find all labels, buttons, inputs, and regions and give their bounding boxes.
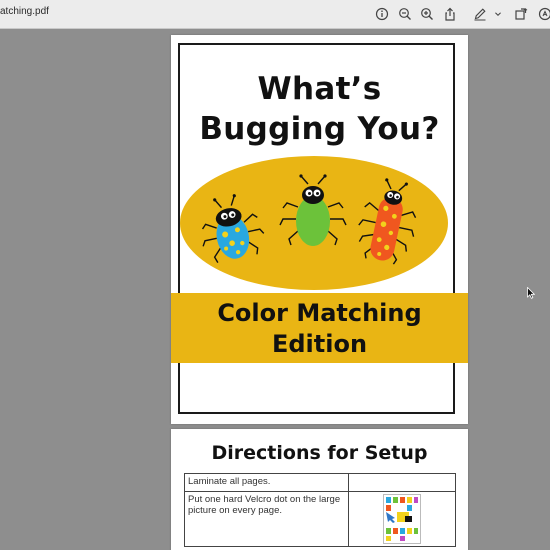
markup-pen-icon[interactable]	[472, 6, 488, 22]
document-title: atching.pdf	[0, 6, 49, 17]
cover-title-line-2: Bugging You?	[199, 111, 440, 147]
chevron-down-icon[interactable]	[492, 6, 504, 22]
table-cell: Put one hard Velcro dot on the large pic…	[184, 491, 349, 547]
zoom-out-icon[interactable]	[397, 6, 413, 22]
banner-line-2: Edition	[271, 330, 368, 358]
cover-title: What’s Bugging You?	[171, 69, 468, 149]
velcro-example-thumbnail	[383, 494, 421, 544]
table-cell	[348, 491, 456, 547]
directions-title: Directions for Setup	[211, 442, 428, 464]
zoom-in-icon[interactable]	[419, 6, 435, 22]
share-icon[interactable]	[442, 6, 458, 22]
edition-banner: Color Matching Edition	[171, 293, 468, 363]
table-cell: Laminate all pages.	[184, 473, 349, 492]
bugs-illustration	[180, 156, 448, 290]
rotate-icon[interactable]	[513, 6, 529, 22]
cover-title-line-1: What’s	[257, 71, 382, 107]
table-cell	[348, 473, 456, 492]
pdf-page-cover[interactable]: What’s Bugging You? Color Matching Editi…	[171, 35, 468, 424]
banner-line-1: Color Matching	[217, 299, 422, 327]
search-icon[interactable]	[537, 6, 550, 22]
pdf-page-directions[interactable]: Directions for Setup Laminate all pages.…	[171, 429, 468, 550]
pdf-viewer-toolbar: atching.pdf	[0, 0, 550, 29]
table-row: Laminate all pages.	[184, 473, 456, 492]
info-icon[interactable]	[374, 6, 390, 22]
directions-table: Laminate all pages. Put one hard Velcro …	[184, 473, 456, 547]
table-row: Put one hard Velcro dot on the large pic…	[184, 491, 456, 547]
mouse-cursor-icon	[527, 287, 535, 299]
